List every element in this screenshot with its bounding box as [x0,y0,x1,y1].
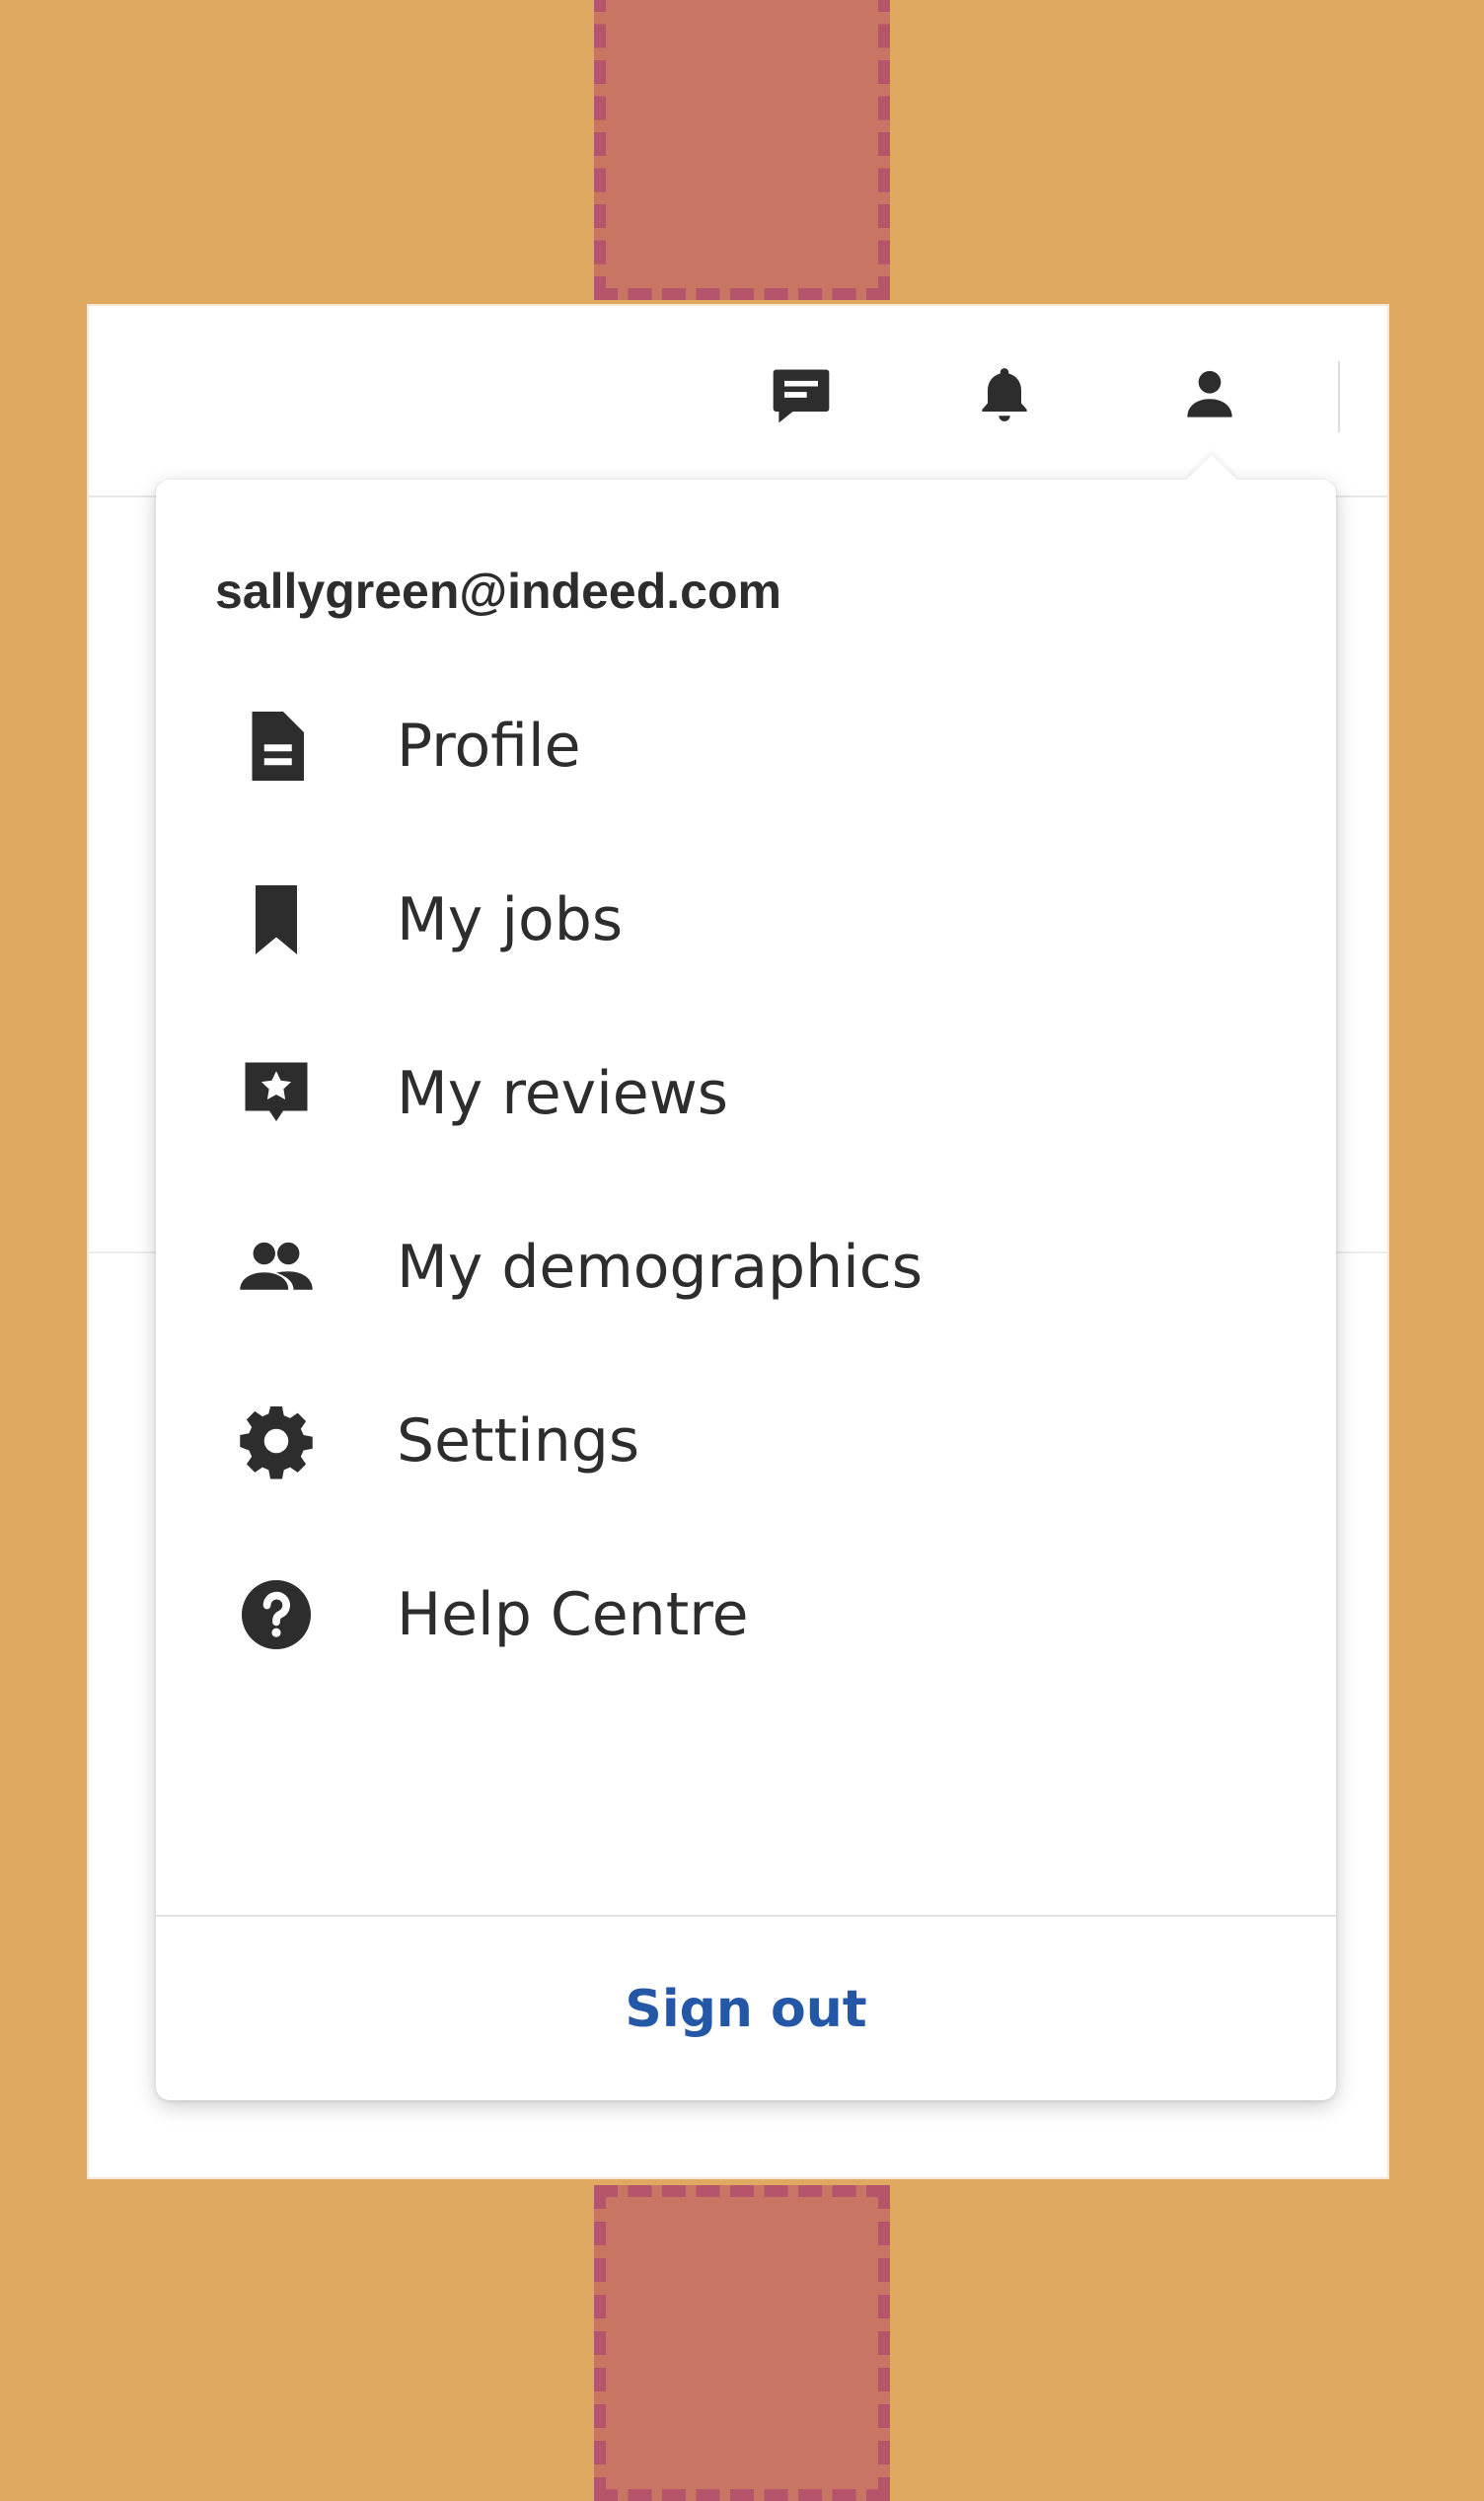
menu-item-my-demographics[interactable]: My demographics [156,1180,1336,1354]
menu-item-label: Profile [397,712,581,781]
menu-caret [1186,454,1237,505]
bookmark-icon [235,878,318,961]
menu-item-settings[interactable]: Settings [156,1354,1336,1528]
menu-item-help-centre[interactable]: Help Centre [156,1528,1336,1702]
account-dropdown-menu: sallygreen@indeed.com Profile My jobs My… [156,454,1336,2100]
menu-item-my-jobs[interactable]: My jobs [156,833,1336,1007]
menu-item-my-reviews[interactable]: My reviews [156,1007,1336,1180]
header-frame: sallygreen@indeed.com Profile My jobs My… [87,304,1389,2179]
review-star-icon [235,1052,318,1135]
nav-separator [1338,361,1340,432]
menu-item-label: My jobs [397,885,624,954]
people-icon [235,1226,318,1309]
menu-item-label: Help Centre [397,1580,749,1649]
gear-icon [235,1400,318,1482]
menu-divider [156,1915,1336,1917]
menu-item-label: Settings [397,1406,640,1476]
sign-out-link[interactable]: Sign out [156,1919,1336,2100]
spacing-indicator-bottom [594,2185,890,2501]
account-email: sallygreen@indeed.com [215,564,781,619]
messages-icon[interactable] [762,355,841,434]
spacing-indicator-top [594,0,890,300]
notifications-bell-icon[interactable] [965,355,1044,434]
menu-item-profile[interactable]: Profile [156,659,1336,833]
document-icon [235,705,318,788]
menu-item-label: My demographics [397,1233,924,1302]
menu-item-label: My reviews [397,1059,729,1128]
help-circle-icon [235,1573,318,1656]
account-person-icon[interactable] [1170,355,1249,434]
